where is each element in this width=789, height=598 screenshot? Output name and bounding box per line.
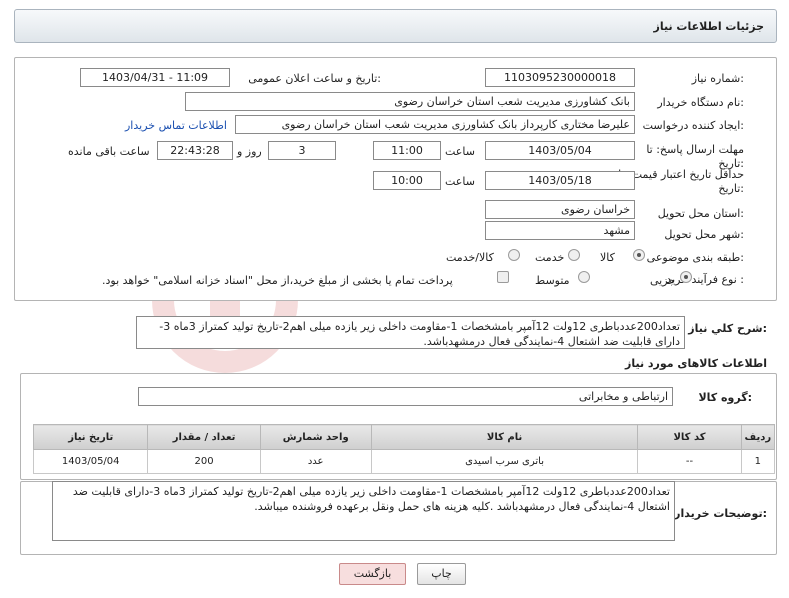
goods-section-title: اطلاعات کالاهای مورد نیاز — [625, 357, 767, 370]
announce-field: 1403/04/31 - 11:09 — [80, 68, 230, 87]
print-button[interactable]: چاپ — [417, 563, 466, 585]
page-title: جزئیات اطلاعات نیاز — [653, 20, 765, 33]
category-label: طبقه بندی موضوعی: — [646, 251, 744, 264]
cell-code: -- — [637, 449, 742, 474]
goods-table: ردیف کد کالا نام کالا واحد شمارش تعداد /… — [32, 424, 776, 474]
table-row: 1 -- باتری سرب اسیدی عدد 200 1403/05/04 — [32, 449, 776, 474]
col-unit: واحد شمارش — [259, 424, 372, 450]
reply-deadline-label: مهلت ارسال پاسخ: تا تاریخ: — [646, 143, 744, 170]
category-goods-radio[interactable] — [633, 249, 645, 261]
buyer-notes-label: توضیحات خریدار: — [674, 507, 767, 520]
back-button[interactable]: بازگشت — [339, 563, 406, 585]
col-row: ردیف — [740, 424, 776, 450]
validity-time-field: 10:00 — [373, 171, 441, 190]
reply-time-label: ساعت — [445, 145, 475, 158]
remaining-time-field: 22:43:28 — [157, 141, 233, 160]
summary-label: شرح کلي نياز: — [688, 322, 767, 335]
days-label: روز و — [237, 145, 262, 158]
cell-unit: عدد — [259, 449, 372, 474]
validity-time-label: ساعت — [445, 175, 475, 188]
province-label: استان محل تحویل: — [657, 207, 744, 220]
buyer-org-label: نام دستگاه خریدار: — [657, 96, 744, 109]
validity-date-field: 1403/05/18 — [485, 171, 635, 190]
announce-label: تاریخ و ساعت اعلان عمومی: — [248, 72, 381, 85]
process-partial-radio[interactable] — [680, 271, 692, 283]
cell-date: 1403/05/04 — [32, 449, 149, 474]
remaining-label: ساعت باقی مانده — [68, 145, 150, 158]
process-partial-label: جزیی — [650, 274, 676, 287]
creator-label: ایجاد کننده درخواست: — [642, 119, 744, 132]
process-medium-radio[interactable] — [578, 271, 590, 283]
payment-checkbox[interactable] — [497, 271, 509, 283]
buyer-notes-textarea[interactable]: تعداد200عددباطری 12ولت 12آمپر بامشخصات 1… — [52, 481, 675, 541]
cell-name: باتری سرب اسیدی — [370, 449, 639, 474]
city-label: شهر محل تحویل: — [664, 228, 744, 241]
goods-group-label: گروه کالا: — [698, 391, 752, 404]
reply-date-field: 1403/05/04 — [485, 141, 635, 160]
cell-row: 1 — [740, 449, 776, 474]
creator-field: علیرضا مختاری کارپرداز بانک کشاورزی مدیر… — [235, 115, 635, 134]
days-field: 3 — [268, 141, 336, 160]
cell-qty: 200 — [147, 449, 261, 474]
col-name: نام کالا — [370, 424, 639, 450]
page-header: جزئیات اطلاعات نیاز — [14, 9, 777, 43]
buyer-org-field: بانک کشاورزی مدیریت شعب استان خراسان رضو… — [185, 92, 635, 111]
summary-textarea[interactable]: تعداد200عددباطری 12ولت 12آمپر بامشخصات 1… — [136, 316, 685, 349]
category-both-label: کالا/خدمت — [446, 251, 494, 264]
city-field: مشهد — [485, 221, 635, 240]
category-service-radio[interactable] — [568, 249, 580, 261]
category-service-label: خدمت — [535, 251, 565, 264]
col-qty: تعداد / مقدار — [147, 424, 261, 450]
col-code: کد کالا — [637, 424, 742, 450]
need-number-label: شماره نیاز: — [691, 72, 744, 85]
process-medium-label: متوسط — [535, 274, 570, 287]
province-field: خراسان رضوی — [485, 200, 635, 219]
category-goods-label: کالا — [600, 251, 615, 264]
col-date: تاریخ نیاز — [32, 424, 149, 450]
category-both-radio[interactable] — [508, 249, 520, 261]
goods-group-field: ارتباطی و مخابراتی — [138, 387, 673, 406]
process-label: نوع فرآیند خرید : — [666, 273, 744, 286]
need-number-field: 1103095230000018 — [485, 68, 635, 87]
contact-buyer-link[interactable]: اطلاعات تماس خریدار — [125, 119, 227, 132]
reply-time-field: 11:00 — [373, 141, 441, 160]
payment-note: پرداخت تمام یا بخشی از مبلغ خرید،از محل … — [102, 274, 453, 287]
